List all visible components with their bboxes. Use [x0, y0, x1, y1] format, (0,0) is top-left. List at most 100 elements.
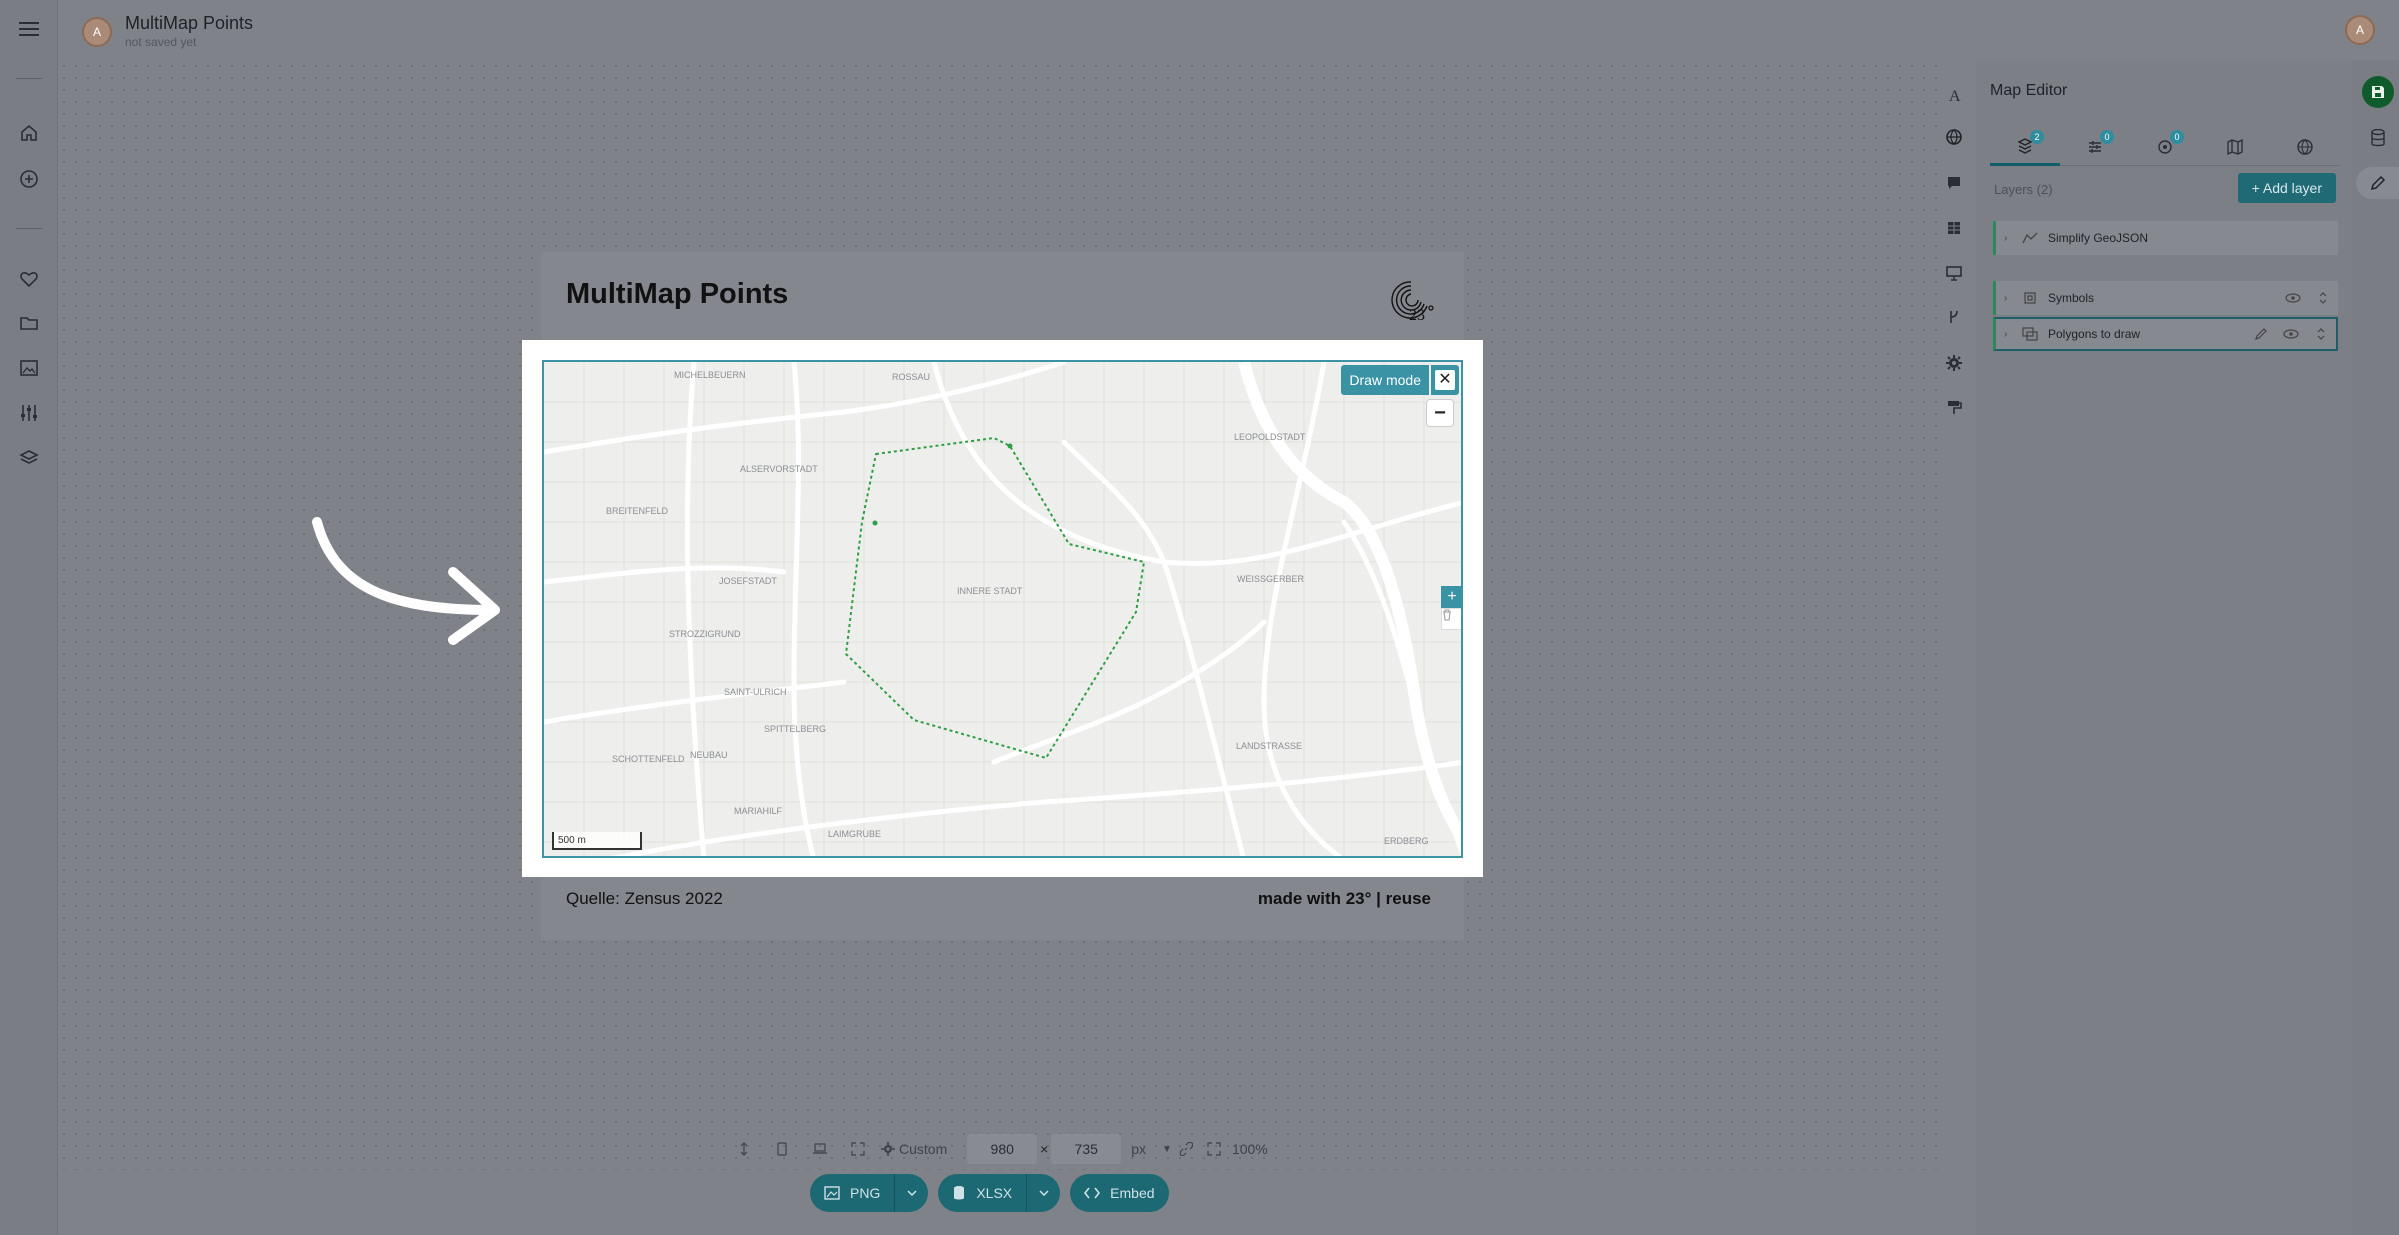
- laptop-size-icon[interactable]: [801, 1134, 839, 1164]
- map-label: LANDSTRASSE: [1236, 741, 1302, 751]
- fullscreen-icon[interactable]: [839, 1134, 877, 1164]
- zoom-level[interactable]: 100%: [1232, 1141, 1268, 1157]
- export-xlsx-button[interactable]: XLSX: [938, 1174, 1061, 1212]
- map-label: SAINT-ULRICH: [724, 687, 787, 697]
- editor-tabs: 2 0 0: [1990, 128, 2340, 166]
- pointing-arrow-icon: [312, 517, 500, 645]
- custom-size-gear-icon[interactable]: [877, 1134, 899, 1164]
- reorder-handle-icon[interactable]: [2306, 327, 2336, 341]
- tab-projection[interactable]: [2270, 128, 2340, 166]
- export-png-main[interactable]: PNG: [810, 1174, 894, 1212]
- size-preset-label[interactable]: Custom: [899, 1141, 947, 1157]
- visibility-eye-icon[interactable]: [2278, 293, 2308, 303]
- polygon-vertex: [1007, 443, 1013, 449]
- scale-bar: 500 m: [552, 832, 642, 850]
- export-xlsx-main[interactable]: XLSX: [938, 1174, 1026, 1212]
- export-xlsx-label: XLSX: [976, 1185, 1013, 1201]
- paint-roller-icon[interactable]: [1935, 387, 1973, 427]
- delete-polygon-button[interactable]: [1441, 608, 1461, 630]
- layer-name: Simplify GeoJSON: [2048, 231, 2149, 245]
- add-layer-button[interactable]: + Add layer: [2237, 173, 2336, 203]
- edit-mode-pencil-icon[interactable]: [2356, 167, 2399, 199]
- map-tool-globe-icon[interactable]: [1935, 117, 1973, 157]
- save-button[interactable]: [2362, 76, 2394, 108]
- chevron-down-icon[interactable]: [1026, 1174, 1060, 1212]
- tab-filters[interactable]: 0: [2060, 128, 2130, 166]
- layers-stack-icon[interactable]: [14, 443, 44, 473]
- folder-icon[interactable]: [14, 308, 44, 338]
- map-label: MICHELBEUERN: [674, 370, 746, 380]
- exit-draw-mode-button[interactable]: ✕: [1431, 365, 1459, 395]
- export-row: PNG XLSX Embed: [810, 1174, 1169, 1212]
- save-icon: [2372, 86, 2384, 98]
- home-icon[interactable]: [14, 118, 44, 148]
- add-polygon-button[interactable]: +: [1441, 586, 1461, 608]
- size-auto-icon[interactable]: [725, 1134, 763, 1164]
- user-avatar[interactable]: A: [2345, 15, 2375, 45]
- zoom-icon[interactable]: [1200, 1134, 1228, 1164]
- document-title[interactable]: MultiMap Points: [125, 13, 253, 34]
- text-tool-icon[interactable]: A: [1935, 75, 1973, 115]
- layers-count-label: Layers (2): [1994, 182, 2053, 197]
- image-icon[interactable]: [14, 353, 44, 383]
- map-label: ALSERVORSTADT: [740, 464, 818, 474]
- heart-icon[interactable]: [14, 264, 44, 294]
- zoom-out-button[interactable]: −: [1427, 400, 1453, 426]
- embed-button[interactable]: Embed: [1070, 1174, 1169, 1212]
- polygon-layer-icon: [2022, 327, 2044, 341]
- chevron-right-icon[interactable]: ›: [2004, 233, 2018, 244]
- made-with-text[interactable]: made with 23° | reuse: [1258, 889, 1431, 909]
- 23-degrees-logo: 23: [1391, 281, 1434, 324]
- layer-row-polygons-to-draw[interactable]: › Polygons to draw: [1993, 317, 2338, 351]
- presentation-icon[interactable]: [1935, 253, 1973, 293]
- map-label: MARIAHILF: [734, 806, 783, 816]
- table-icon[interactable]: [1935, 208, 1973, 248]
- map-view[interactable]: MICHELBEUERN ROSSAU LEOPOLDSTADT ALSERVO…: [542, 360, 1463, 858]
- layer-name: Polygons to draw: [2048, 327, 2141, 341]
- chevron-right-icon[interactable]: ›: [2004, 329, 2018, 340]
- layer-row-simplify-geojson[interactable]: › Simplify GeoJSON: [1993, 221, 2338, 255]
- settings-gear-icon[interactable]: [1935, 343, 1973, 383]
- layer-name: Symbols: [2048, 291, 2095, 305]
- reorder-handle-icon[interactable]: [2308, 291, 2338, 305]
- menu-icon[interactable]: [14, 14, 44, 44]
- mobile-size-icon[interactable]: [763, 1134, 801, 1164]
- globe-icon: [2297, 139, 2313, 155]
- project-avatar[interactable]: A: [82, 17, 112, 47]
- edit-pencil-icon[interactable]: [2246, 327, 2276, 341]
- link-icon[interactable]: [1172, 1134, 1200, 1164]
- chevron-down-icon[interactable]: ▼: [1162, 1144, 1172, 1155]
- svg-text:A: A: [1949, 88, 1961, 103]
- image-icon: [824, 1186, 840, 1200]
- tab-layers[interactable]: 2: [1990, 128, 2060, 166]
- comment-icon[interactable]: [1935, 163, 1973, 203]
- export-png-button[interactable]: PNG: [810, 1174, 929, 1212]
- map-label: LAIMGRUBE: [828, 829, 881, 839]
- embed-main[interactable]: Embed: [1070, 1174, 1168, 1212]
- embed-label: Embed: [1110, 1185, 1155, 1201]
- source-text[interactable]: Quelle: Zensus 2022: [566, 889, 723, 909]
- trash-icon: [1443, 609, 1451, 621]
- unit-select[interactable]: px: [1131, 1141, 1146, 1157]
- tab-badge: 0: [2100, 130, 2114, 144]
- add-circle-icon[interactable]: [14, 164, 44, 194]
- branch-icon[interactable]: [1935, 297, 1973, 337]
- map-label: SPITTELBERG: [764, 724, 826, 734]
- width-input[interactable]: 980: [967, 1134, 1038, 1164]
- chevron-down-icon[interactable]: [894, 1174, 928, 1212]
- simplify-icon: [2022, 231, 2044, 245]
- polygon-vertex: [872, 520, 878, 526]
- layer-row-symbols[interactable]: › Symbols: [1993, 281, 2338, 315]
- tab-badge: 0: [2170, 130, 2184, 144]
- tab-basemap[interactable]: [2200, 128, 2270, 166]
- save-status: not saved yet: [125, 35, 197, 49]
- height-input[interactable]: 735: [1051, 1134, 1122, 1164]
- database-icon[interactable]: [2362, 122, 2394, 154]
- sliders-icon[interactable]: [14, 398, 44, 428]
- card-title[interactable]: MultiMap Points: [566, 278, 788, 311]
- code-icon: [1084, 1187, 1101, 1199]
- map-label: ROSSAU: [892, 372, 930, 382]
- tab-effects[interactable]: 0: [2130, 128, 2200, 166]
- visibility-eye-icon[interactable]: [2276, 329, 2306, 339]
- chevron-right-icon[interactable]: ›: [2004, 293, 2018, 304]
